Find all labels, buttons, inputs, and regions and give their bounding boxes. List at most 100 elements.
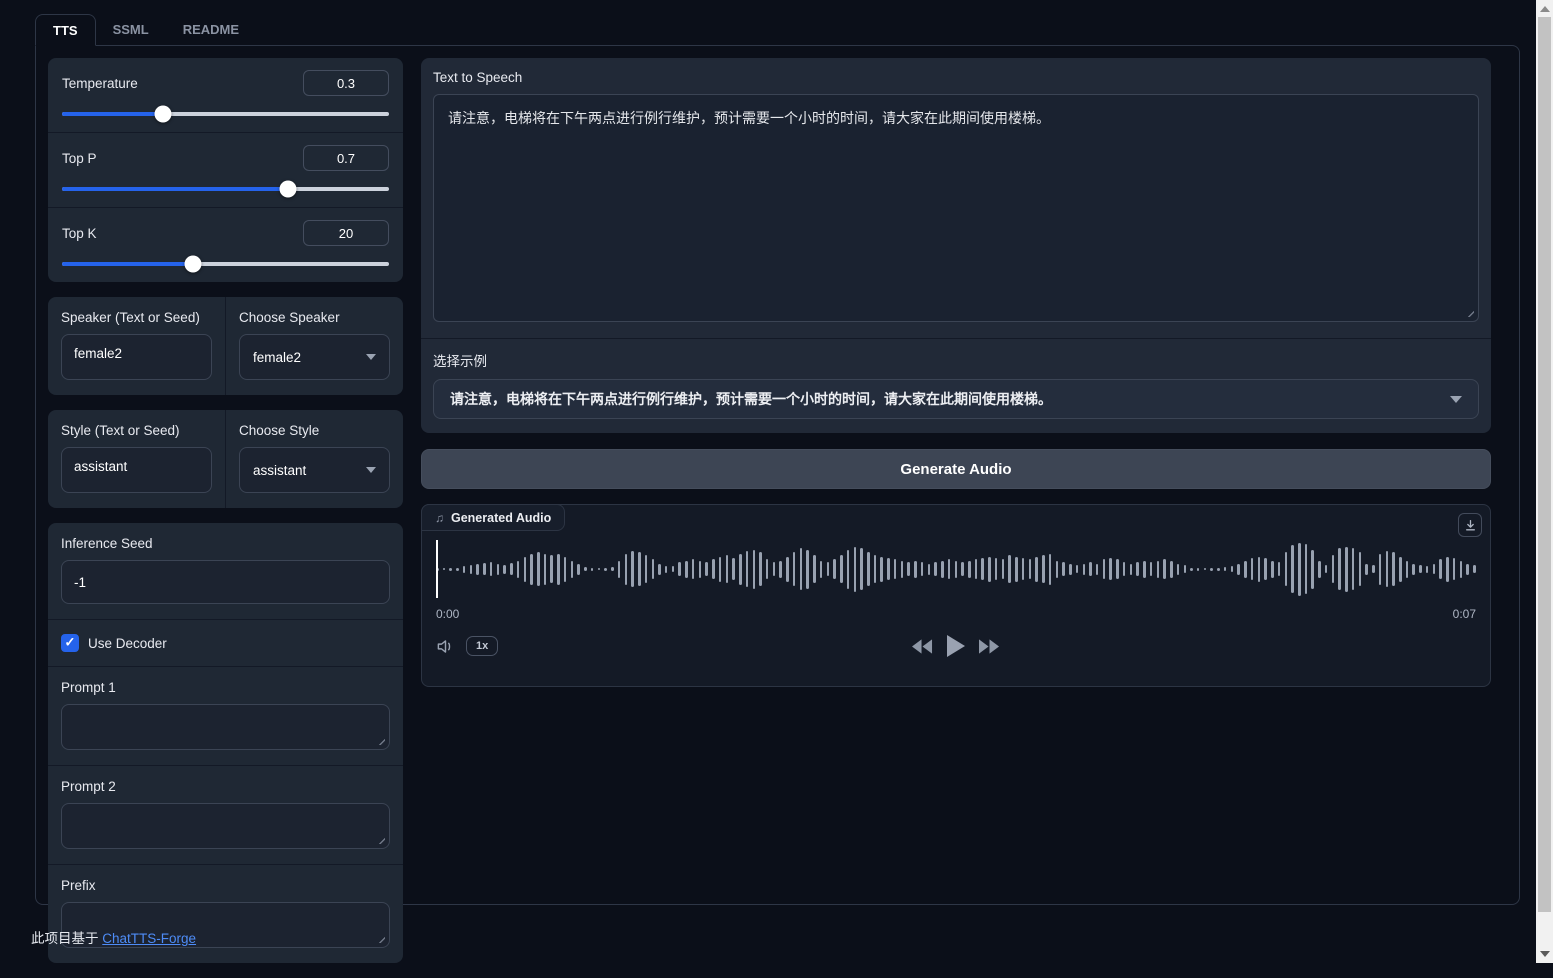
- waveform-bar: [894, 559, 897, 579]
- waveform-area[interactable]: [436, 540, 1476, 598]
- prompt2-textarea[interactable]: [61, 803, 390, 849]
- prompt1-label: Prompt 1: [61, 680, 390, 695]
- skip-forward-button[interactable]: [979, 639, 1000, 654]
- download-audio-button[interactable]: [1458, 513, 1482, 537]
- waveform-bar: [1271, 561, 1274, 578]
- temperature-slider-thumb[interactable]: [155, 106, 172, 123]
- top-k-value-input[interactable]: [303, 220, 389, 246]
- choose-speaker-dropdown[interactable]: female2: [239, 334, 390, 380]
- top-p-slider[interactable]: [62, 187, 389, 191]
- waveform-bar: [1278, 562, 1281, 576]
- waveform-bar: [1056, 561, 1059, 578]
- choose-style-dropdown[interactable]: assistant: [239, 447, 390, 493]
- example-dropdown-value: 请注意，电梯将在下午两点进行例行维护，预计需要一个小时的时间，请大家在此期间使用…: [450, 389, 1052, 409]
- waveform-bar: [1325, 565, 1328, 573]
- waveform-bar: [443, 568, 446, 570]
- chevron-down-icon: [366, 354, 376, 360]
- waveform-bar: [1015, 557, 1018, 582]
- waveform[interactable]: [436, 540, 1476, 598]
- use-decoder-checkbox[interactable]: [61, 634, 79, 652]
- waveform-bar: [470, 565, 473, 574]
- style-group: Style (Text or Seed) assistant Choose St…: [48, 410, 403, 508]
- style-textarea[interactable]: assistant: [61, 447, 212, 493]
- resize-handle-icon[interactable]: [375, 735, 385, 745]
- top-p-value-input[interactable]: [303, 145, 389, 171]
- waveform-bar: [1379, 554, 1382, 585]
- play-button[interactable]: [947, 635, 965, 657]
- example-dropdown[interactable]: 请注意，电梯将在下午两点进行例行维护，预计需要一个小时的时间，请大家在此期间使用…: [433, 379, 1479, 419]
- waveform-bar: [813, 555, 816, 583]
- waveform-bar: [1204, 568, 1207, 570]
- choose-speaker-value: female2: [253, 350, 301, 365]
- page-scrollbar[interactable]: [1536, 0, 1553, 963]
- waveform-bar: [1426, 566, 1429, 573]
- waveform-bar: [564, 557, 567, 582]
- waveform-bar: [1359, 552, 1362, 586]
- waveform-bar: [1439, 559, 1442, 579]
- waveform-bar: [1264, 558, 1267, 580]
- waveform-bar: [1460, 561, 1463, 578]
- chattts-forge-link[interactable]: ChatTTS-Forge: [102, 931, 196, 946]
- resize-handle-icon[interactable]: [1464, 307, 1474, 317]
- tab-ssml[interactable]: SSML: [96, 14, 166, 46]
- scroll-down-icon[interactable]: [1540, 951, 1550, 957]
- tts-text-input[interactable]: 请注意，电梯将在下午两点进行例行维护，预计需要一个小时的时间，请大家在此期间使用…: [433, 94, 1479, 322]
- skip-back-button[interactable]: [912, 639, 933, 654]
- scrollbar-thumb[interactable]: [1538, 17, 1551, 912]
- scroll-up-icon[interactable]: [1540, 6, 1550, 12]
- waveform-bar: [1123, 562, 1126, 576]
- waveform-bar: [901, 561, 904, 578]
- waveform-bar: [928, 564, 931, 575]
- resize-handle-icon[interactable]: [375, 834, 385, 844]
- waveform-bar: [1224, 567, 1227, 571]
- tab-tts[interactable]: TTS: [35, 14, 96, 46]
- temperature-slider[interactable]: [62, 112, 389, 116]
- style-label: Style (Text or Seed): [61, 423, 212, 438]
- playback-speed-button[interactable]: 1x: [466, 636, 498, 656]
- top-k-slider[interactable]: [62, 262, 389, 266]
- waveform-bar: [1069, 564, 1072, 575]
- prompt1-textarea[interactable]: [61, 704, 390, 750]
- download-icon: [1464, 519, 1477, 532]
- waveform-bar: [914, 561, 917, 578]
- playhead-cursor[interactable]: [436, 540, 438, 598]
- temperature-value-input[interactable]: [303, 70, 389, 96]
- waveform-bar: [854, 547, 857, 592]
- top-p-row: Top P: [48, 133, 403, 207]
- waveform-bar: [712, 559, 715, 579]
- waveform-bar: [955, 561, 958, 578]
- waveform-bar: [672, 566, 675, 572]
- waveform-bar: [497, 564, 500, 575]
- waveform-bar: [1399, 557, 1402, 582]
- waveform-bar: [1352, 548, 1355, 590]
- waveform-bar: [476, 564, 479, 575]
- waveform-bar: [692, 559, 695, 579]
- page: TTS SSML README Temperature: [0, 0, 1553, 963]
- waveform-bar: [1406, 561, 1409, 578]
- waveform-bar: [800, 548, 803, 590]
- waveform-bar: [1029, 559, 1032, 579]
- generated-audio-tab[interactable]: ♫ Generated Audio: [421, 504, 565, 531]
- speaker-textarea[interactable]: female2: [61, 334, 212, 380]
- waveform-bar: [1285, 552, 1288, 586]
- waveform-bar: [1062, 562, 1065, 576]
- waveform-bar: [611, 567, 614, 571]
- waveform-bar: [490, 562, 493, 576]
- generate-audio-button[interactable]: Generate Audio: [421, 449, 1491, 489]
- waveform-bar: [1244, 561, 1247, 578]
- waveform-bar: [1083, 564, 1086, 575]
- inference-group: Inference Seed Use Decoder Prompt 1 Prom…: [48, 523, 403, 963]
- volume-button[interactable]: [436, 638, 455, 655]
- tab-readme[interactable]: README: [166, 14, 256, 46]
- top-p-slider-thumb[interactable]: [279, 181, 296, 198]
- waveform-bar: [1453, 558, 1456, 580]
- speaker-label: Speaker (Text or Seed): [61, 310, 212, 325]
- waveform-bar: [631, 551, 634, 587]
- inference-seed-input[interactable]: [61, 560, 390, 604]
- waveform-bar: [1291, 545, 1294, 593]
- waveform-bar: [1305, 544, 1308, 594]
- resize-handle-icon[interactable]: [375, 933, 385, 943]
- top-k-slider-thumb[interactable]: [184, 256, 201, 273]
- waveform-bar: [1298, 543, 1301, 596]
- waveform-bar: [1002, 559, 1005, 579]
